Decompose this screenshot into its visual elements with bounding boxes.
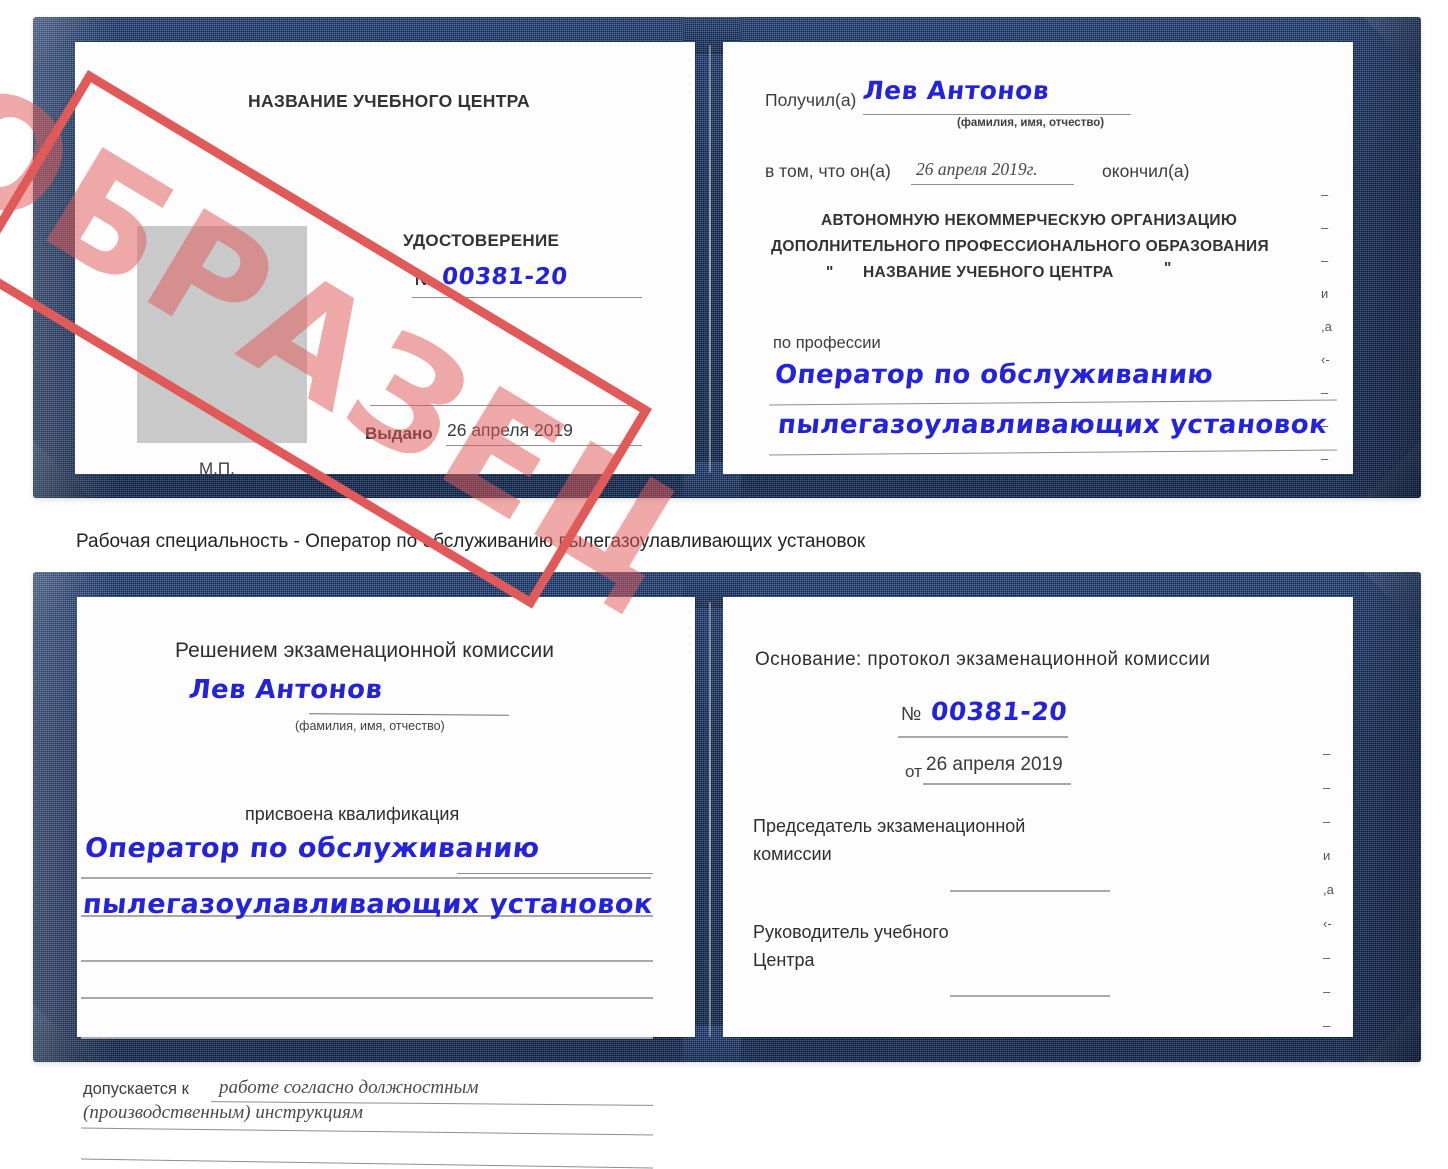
edge-mark: –	[1321, 220, 1329, 235]
student-name-rule	[308, 713, 510, 716]
received-label: Получил(а)	[765, 90, 857, 110]
edge-mark: –	[1323, 950, 1331, 965]
statement-prefix: в том, что он(а)	[765, 161, 891, 181]
edge-mark: и	[1321, 286, 1329, 301]
head-of-center-label-line-1: Руководитель учебного	[753, 922, 949, 942]
blank-rule-a	[81, 997, 653, 999]
full-name-hint: (фамилия, имя, отчество)	[295, 719, 445, 733]
profession-label: по профессии	[773, 334, 881, 352]
certificate-top-right-page: Получил(а) Лев Антонов (фамилия, имя, от…	[723, 42, 1353, 498]
admitted-rule-3	[81, 1158, 653, 1169]
head-of-center-label-line-2: Центра	[753, 950, 815, 970]
protocol-date-value: 26 апреля 2019	[926, 754, 1063, 775]
received-name-value: Лев Антонов	[861, 76, 1051, 105]
certificate-top-left-page: НАЗВАНИЕ УЧЕБНОГО ЦЕНТРА УДОСТОВЕРЕНИЕ №…	[75, 42, 695, 478]
edge-mark: –	[1323, 1052, 1331, 1067]
certificate-number-label: №	[415, 270, 434, 289]
edge-mark: и	[1323, 848, 1331, 863]
commission-decision-heading: Решением экзаменационной комиссии	[175, 639, 555, 662]
edge-mark: –	[1323, 780, 1331, 795]
edge-mark: –	[1321, 187, 1329, 202]
document-type-label: УДОСТОВЕРЕНИЕ	[403, 231, 560, 250]
edge-mark: –	[1321, 253, 1329, 268]
admitted-value-line-1: работе согласно должностным	[219, 1077, 479, 1098]
protocol-number-rule	[898, 736, 1068, 738]
certificate-number-value: 00381-20	[440, 264, 569, 290]
chairman-label-line-1: Председатель экзаменационной	[753, 816, 1026, 836]
edge-mark: –	[1321, 385, 1329, 400]
edge-mark: –	[1323, 746, 1331, 761]
student-name-value: Лев Антонов	[187, 675, 385, 705]
qualification-value-line-1: Оператор по обслуживанию	[83, 833, 542, 864]
photo-placeholder	[137, 226, 307, 443]
blank-rule-b	[81, 1037, 653, 1039]
qualification-label: присвоена квалификация	[245, 804, 460, 824]
basis-label: Основание: протокол экзаменационной коми…	[755, 649, 1211, 670]
issued-date-value: 26 апреля 2019	[447, 420, 573, 440]
qualification-rule-1b	[457, 873, 653, 874]
issued-label: Выдано	[365, 424, 433, 443]
protocol-number-label: №	[901, 704, 922, 725]
certificate-bottom: Решением экзаменационной комиссии Лев Ан…	[33, 572, 1421, 1169]
edge-mark: –	[1321, 418, 1329, 433]
blank-rule-1	[370, 405, 645, 406]
edge-mark: –	[1323, 1018, 1331, 1033]
certificate-number-rule	[412, 297, 642, 298]
organization-quote-close: "	[1164, 260, 1172, 277]
page-edge-marks: – – – и ,а ‹- – – – –	[1321, 188, 1332, 498]
book-spine-line-top	[709, 45, 711, 473]
book-spine-line-bottom	[709, 602, 711, 1037]
head-of-center-signature-rule	[950, 995, 1110, 997]
statement-date-value: 26 апреля 2019г.	[916, 159, 1038, 179]
certificate-top: НАЗВАНИЕ УЧЕБНОГО ЦЕНТРА УДОСТОВЕРЕНИЕ №…	[33, 17, 1421, 498]
profession-rule-1	[769, 399, 1337, 406]
edge-mark: –	[1323, 984, 1331, 999]
profession-rule-2	[769, 449, 1337, 456]
seal-place-label: М.П.	[199, 459, 235, 478]
qualification-value-line-2: пылегазоулавливающих установок	[81, 889, 655, 920]
page-caption: Рабочая специальность - Оператор по обсл…	[76, 531, 866, 552]
full-name-hint: (фамилия, имя, отчество)	[957, 117, 1105, 129]
edge-mark: ,а	[1323, 882, 1334, 897]
organization-line-2: ДОПОЛНИТЕЛЬНОГО ПРОФЕССИОНАЛЬНОГО ОБРАЗО…	[771, 238, 1269, 255]
organization-line-3: НАЗВАНИЕ УЧЕБНОГО ЦЕНТРА	[863, 264, 1114, 281]
edge-mark: –	[1321, 451, 1329, 466]
certificate-bottom-left-page: Решением экзаменационной комиссии Лев Ан…	[77, 597, 695, 1169]
profession-value-line-2: пылегазоулавливающих установок	[776, 410, 1329, 440]
organization-line-1: АВТОНОМНУЮ НЕКОММЕРЧЕСКУЮ ОРГАНИЗАЦИЮ	[821, 212, 1238, 229]
edge-mark: ,а	[1321, 319, 1332, 334]
admitted-value-line-2: (производственным) инструкциям	[83, 1102, 363, 1123]
edge-mark: ‹-	[1321, 352, 1330, 367]
protocol-number-value: 00381-20	[929, 697, 1069, 726]
chairman-signature-rule	[950, 890, 1110, 892]
statement-suffix: окончил(а)	[1102, 161, 1190, 181]
received-name-rule	[863, 114, 1131, 115]
qualification-rule-3	[81, 960, 653, 962]
admitted-label: допускается к	[83, 1080, 189, 1098]
training-center-title: НАЗВАНИЕ УЧЕБНОГО ЦЕНТРА	[248, 91, 530, 111]
profession-value-line-1: Оператор по обслуживанию	[773, 360, 1215, 390]
edge-mark: ‹-	[1323, 916, 1332, 931]
statement-date-rule	[911, 184, 1074, 185]
edge-mark: –	[1321, 484, 1329, 499]
qualification-rule-1	[81, 877, 651, 879]
admitted-rule-2	[81, 1127, 653, 1136]
page-edge-marks: – – – и ,а ‹- – – – –	[1323, 747, 1334, 1066]
edge-mark: –	[1323, 814, 1331, 829]
organization-quote-open: "	[826, 264, 834, 281]
chairman-label-line-2: комиссии	[753, 844, 832, 864]
protocol-date-rule	[923, 783, 1071, 785]
protocol-date-label: от	[905, 762, 922, 781]
certificate-bottom-right-page: Основание: протокол экзаменационной коми…	[723, 597, 1353, 1066]
issued-date-rule	[446, 445, 642, 446]
